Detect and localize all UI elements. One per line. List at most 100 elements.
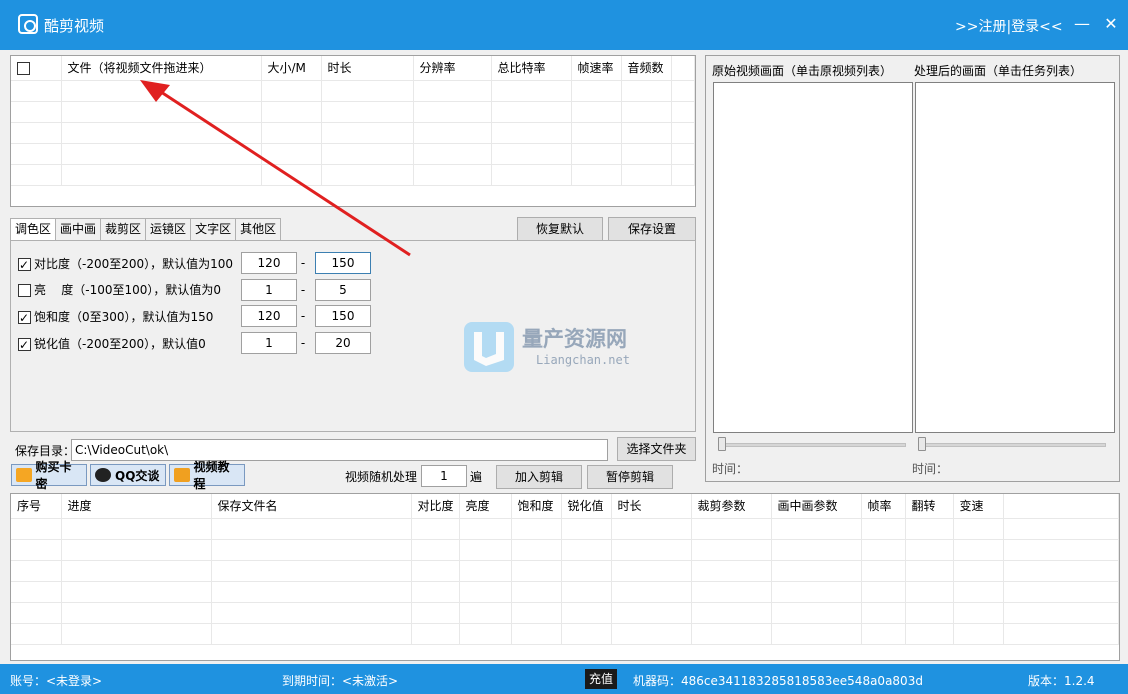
random-count-input[interactable]: 1 [421,465,467,487]
contrast-max-input[interactable]: 150 [315,252,371,274]
minimize-icon[interactable]: — [1070,12,1094,36]
col-contrast: 对比度 [411,494,460,519]
col-framerate: 帧速率 [571,56,622,81]
brightness-min-input[interactable]: 1 [241,279,297,301]
save-settings-button[interactable]: 保存设置 [608,217,696,241]
table-row [11,581,1119,603]
original-video-view[interactable] [713,82,913,433]
table-row [11,602,1119,624]
col-saturation: 饱和度 [511,494,562,519]
processed-slider-track[interactable] [918,443,1106,447]
task-list[interactable]: 序号 进度 保存文件名 对比度 亮度 饱和度 锐化值 时长 裁剪参数 画中画参数… [10,493,1120,661]
col-progress: 进度 [61,494,212,519]
saturation-row[interactable]: 饱和度（0至300），默认值为150 [18,307,214,328]
contrast-min-input[interactable]: 120 [241,252,297,274]
random-label: 视频随机处理 [345,470,418,484]
saturation-max-input[interactable]: 150 [315,305,371,327]
play-icon [174,468,190,482]
choose-folder-button[interactable]: 选择文件夹 [617,437,696,461]
col-audio: 音频数 [621,56,672,81]
file-table: 文件（将视频文件拖进来） 大小/M 时长 分辨率 总比特率 帧速率 音频数 [11,56,695,186]
recharge-button[interactable]: 充值 [585,669,617,689]
saturation-min-input[interactable]: 120 [241,305,297,327]
col-fps: 帧率 [861,494,906,519]
qq-chat-button[interactable]: QQ交谈 [90,464,166,486]
random-unit: 遍 [470,470,483,484]
add-edit-button[interactable]: 加入剪辑 [496,465,582,489]
col-duration: 时长 [321,56,414,81]
contrast-row[interactable]: 对比度（-200至200），默认值为100 [18,254,233,275]
close-icon[interactable]: ✕ [1099,12,1123,36]
col-size: 大小/M [261,56,322,81]
register-login-link[interactable]: >>注册|登录<< [955,16,1063,36]
table-row [11,560,1119,582]
tab-pip[interactable]: 画中画 [55,218,102,240]
table-row [11,539,1119,561]
col-brightness: 亮度 [459,494,512,519]
col-index: 序号 [11,494,62,519]
account-status: 账号：<未登录> [10,674,103,688]
table-row [11,80,695,102]
saturation-label: 饱和度（0至300），默认值为150 [34,310,214,324]
brightness-row[interactable]: 亮 度（-100至100），默认值为0 [18,280,221,300]
processed-video-view[interactable] [915,82,1115,433]
processed-time-label: 时间： [912,462,949,476]
restore-default-button[interactable]: 恢复默认 [517,217,603,241]
pause-edit-button[interactable]: 暂停剪辑 [587,465,673,489]
tab-crop[interactable]: 裁剪区 [100,218,147,240]
col-speed: 变速 [953,494,1004,519]
settings-tabs: 调色区 画中画 裁剪区 运镜区 文字区 其他区 [10,218,282,242]
app-logo-icon [18,14,38,34]
col-flip: 翻转 [905,494,954,519]
col-task-duration: 时长 [611,494,692,519]
col-pip-params: 画中画参数 [771,494,862,519]
original-slider-track[interactable] [718,443,906,447]
table-row [11,143,695,165]
expire-status: 到期时间：<未激活> [282,674,399,688]
tab-other[interactable]: 其他区 [235,218,282,240]
col-sharpen: 锐化值 [561,494,612,519]
brightness-max-input[interactable]: 5 [315,279,371,301]
save-dir-input[interactable]: C:\VideoCut\ok\ [71,439,608,461]
original-slider-thumb[interactable] [718,437,726,451]
table-row [11,518,1119,540]
machine-code: 机器码：486ce341183285818583ee548a0a803d [633,674,923,688]
status-bar: 账号：<未登录> 到期时间：<未激活> 充值 机器码：486ce34118328… [0,664,1128,694]
saturation-checkbox[interactable] [18,308,31,328]
watermark-sub: Liangchan.net [536,353,630,367]
buy-card-button[interactable]: 购买卡密 [11,460,87,491]
col-save-name: 保存文件名 [211,494,412,519]
watermark-title: 量产资源网 [522,327,627,351]
processed-preview-label: 处理后的画面（单击任务列表） [914,64,1083,78]
col-file: 文件（将视频文件拖进来） [61,56,262,81]
tab-camera[interactable]: 运镜区 [145,218,192,240]
original-preview-label: 原始视频画面（单击原视频列表） [712,64,893,78]
tab-color[interactable]: 调色区 [10,218,57,242]
table-row [11,164,695,186]
file-list[interactable]: 文件（将视频文件拖进来） 大小/M 时长 分辨率 总比特率 帧速率 音频数 [10,55,696,207]
original-time-label: 时间： [712,462,749,476]
preview-panel: 原始视频画面（单击原视频列表） 处理后的画面（单击任务列表） 时间： 时间： [705,55,1120,482]
select-all-checkbox[interactable] [11,56,62,81]
contrast-checkbox[interactable] [18,255,31,275]
tab-text[interactable]: 文字区 [190,218,237,240]
qq-icon [95,468,111,482]
sharpen-checkbox[interactable] [18,335,31,355]
table-row [11,101,695,123]
sharpen-min-input[interactable]: 1 [241,332,297,354]
table-row [11,623,1119,645]
col-bitrate: 总比特率 [491,56,572,81]
col-crop-params: 裁剪参数 [691,494,772,519]
title-bar: 酷剪视频 >>注册|登录<< — ✕ [0,0,1128,50]
sharpen-row[interactable]: 锐化值（-200至200），默认值0 [18,334,206,355]
table-row [11,122,695,144]
processed-slider-thumb[interactable] [918,437,926,451]
video-tutorial-button[interactable]: 视频教程 [169,460,245,491]
app-title: 酷剪视频 [44,17,105,35]
version-label: 版本：1.2.4 [1028,674,1095,688]
brightness-label: 亮 度（-100至100），默认值为0 [34,283,222,297]
cart-icon [16,468,32,482]
brightness-checkbox[interactable] [18,283,31,297]
task-table: 序号 进度 保存文件名 对比度 亮度 饱和度 锐化值 时长 裁剪参数 画中画参数… [11,494,1119,645]
sharpen-max-input[interactable]: 20 [315,332,371,354]
